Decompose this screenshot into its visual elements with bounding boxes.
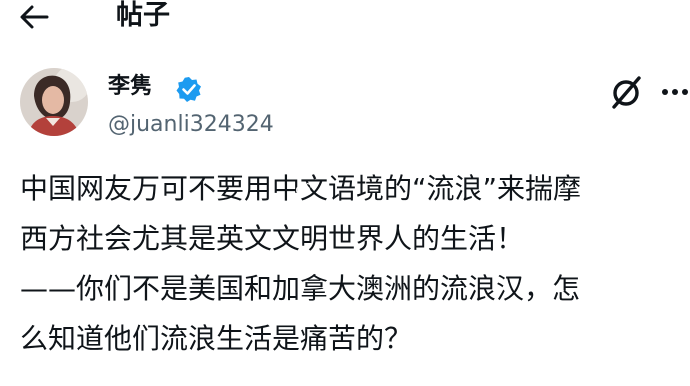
author-handle[interactable]: @juanli324324 xyxy=(108,110,274,140)
post-text: 中国网友万可不要用中文语境的“流浪”来揣摩 西方社会尤其是英文文明世界人的生活！… xyxy=(20,164,685,364)
grok-icon xyxy=(612,76,641,109)
author-display-name[interactable]: 李隽 xyxy=(108,72,152,102)
post-text-line: 么知道他们流浪生活是痛苦的？ xyxy=(20,322,413,355)
avatar[interactable] xyxy=(20,68,88,136)
grok-button[interactable] xyxy=(607,72,647,112)
top-bar: 帖子 xyxy=(0,0,690,40)
post-header: 李隽 @juanli324324 xyxy=(0,66,690,146)
more-dots-icon xyxy=(662,89,688,95)
verified-badge-icon xyxy=(176,77,201,102)
page-title: 帖子 xyxy=(116,0,170,31)
back-button[interactable] xyxy=(14,0,54,34)
arrow-left-icon xyxy=(20,5,49,29)
avatar-photo xyxy=(20,68,88,136)
post-text-line: ——你们不是美国和加拿大澳洲的流浪汉，怎 xyxy=(20,272,581,305)
more-options-button[interactable] xyxy=(660,72,690,112)
post-text-line: 西方社会尤其是英文文明世界人的生活！ xyxy=(20,222,525,255)
post-text-line: 中国网友万可不要用中文语境的“流浪”来揣摩 xyxy=(20,172,582,205)
